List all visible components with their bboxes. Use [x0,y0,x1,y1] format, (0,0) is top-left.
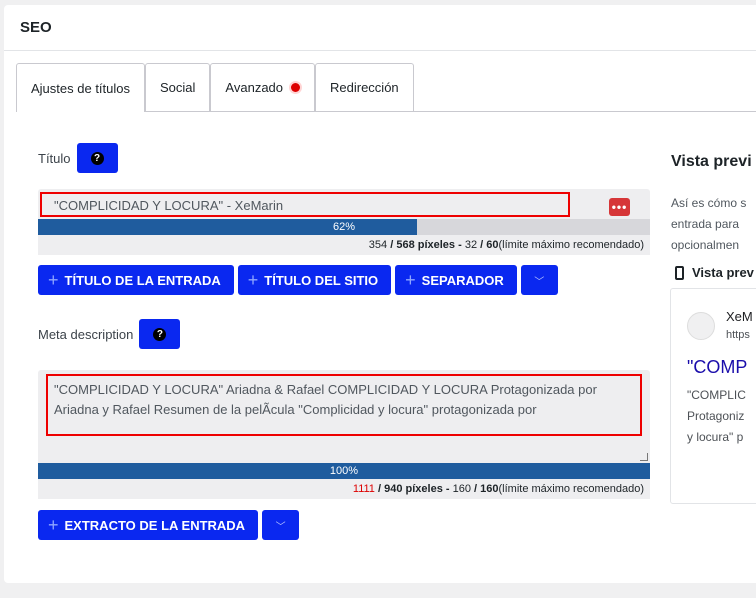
title-counter: 354 / 568 píxeles - 32 / 60 (límite máxim… [38,235,650,255]
more-variables-button[interactable]: ﹀ [520,265,558,295]
tab-social[interactable]: Social [145,63,211,111]
insert-post-title-button[interactable]: + TÍTULO DE LA ENTRADA [38,265,234,295]
ellipsis-icon[interactable]: ••• [609,198,630,216]
preview-mode-toggle[interactable]: Vista prev [675,265,754,280]
description-progress-bar: 100% [38,463,650,479]
panel-title: SEO [4,5,756,51]
site-favicon-icon [687,312,715,340]
description-help-button[interactable]: ? [139,319,181,349]
alert-dot-icon [291,83,301,92]
title-progress-label: 62% [332,221,356,233]
serp-preview-card: XeM https "COMP "COMPLIC Protagoniz y lo… [670,288,756,504]
chevron-down-icon: ﹀ [534,276,545,288]
preview-description: Así es cómo s entrada para opcionalmen [671,196,747,252]
plus-icon: + [48,515,59,535]
title-progress-bar: 62% [38,219,650,235]
tab-avanzado[interactable]: Avanzado [210,63,316,111]
chevron-down-icon: ﹀ [275,521,286,533]
title-field-label: Título ? [38,143,118,173]
serp-site-name: XeM [726,309,753,324]
question-icon: ? [90,151,104,165]
seo-tabs: Ajustes de títulos Social Avanzado Redir… [16,63,414,112]
plus-icon: + [247,270,259,290]
plus-icon: + [48,270,59,290]
preview-heading: Vista previ [671,153,752,170]
more-description-variables-button[interactable]: ﹀ [262,510,300,540]
title-input[interactable]: "COMPLICIDAD Y LOCURA" - XeMarin ••• [38,189,650,219]
description-field-label: Meta description ? [38,319,181,349]
serp-description: "COMPLIC Protagoniz y locura" p [687,388,746,444]
title-variable-buttons: + TÍTULO DE LA ENTRADA + TÍTULO DEL SITIO … [38,265,558,295]
resize-handle-icon[interactable] [640,453,648,461]
description-progress-label: 100% [329,465,359,477]
serp-site-url: https [726,329,750,341]
mobile-icon [675,265,684,280]
description-textarea[interactable]: "COMPLICIDAD Y LOCURA" Ariadna & Rafael … [38,370,650,463]
title-input-value: "COMPLICIDAD Y LOCURA" - XeMarin [40,192,570,217]
title-help-button[interactable]: ? [76,143,118,173]
tab-redireccion[interactable]: Redirección [315,63,414,111]
insert-excerpt-button[interactable]: + EXTRACTO DE LA ENTRADA [38,510,259,540]
description-textarea-value: "COMPLICIDAD Y LOCURA" Ariadna & Rafael … [46,374,642,436]
description-counter: 1111 / 940 píxeles - 160 / 160 (límite má… [38,479,650,499]
question-icon: ? [153,327,167,341]
description-variable-buttons: + EXTRACTO DE LA ENTRADA ﹀ [38,510,300,540]
insert-site-title-button[interactable]: + TÍTULO DEL SITIO [237,265,392,295]
plus-icon: + [405,270,416,290]
serp-title: "COMP [687,357,748,377]
insert-separator-button[interactable]: + SEPARADOR [395,265,517,295]
tab-ajustes-de-titulos[interactable]: Ajustes de títulos [16,63,145,112]
